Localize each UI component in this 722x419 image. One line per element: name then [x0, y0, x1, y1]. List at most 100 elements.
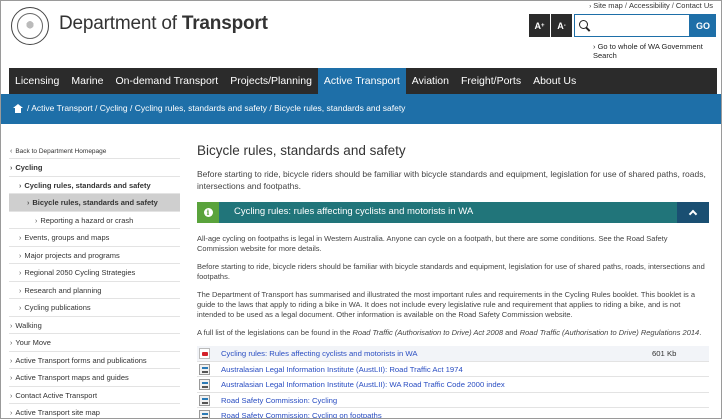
- decrease-font-button[interactable]: A-: [551, 14, 572, 37]
- sidebar-item[interactable]: › Active Transport site map: [9, 404, 180, 418]
- sidebar-item-label: Your Move: [15, 338, 51, 347]
- nav-aviation[interactable]: Aviation: [406, 68, 455, 94]
- document-row: Cycling rules: Rules affecting cyclists …: [197, 346, 709, 362]
- chevron-right-icon: ›: [19, 305, 22, 312]
- sidebar-item-label: Walking: [15, 320, 42, 330]
- sidebar-item[interactable]: › Active Transport maps and guides: [9, 369, 180, 387]
- increase-font-button[interactable]: A +: [529, 14, 550, 37]
- chevron-right-icon: ›: [10, 322, 13, 330]
- document-link[interactable]: Cycling rules: Rules affecting cyclists …: [221, 349, 418, 358]
- sidebar-item-label: Active Transport forms and publications: [15, 355, 147, 365]
- sidebar-item[interactable]: › Bicycle rules, standards and safety: [9, 194, 180, 212]
- document-link[interactable]: Australasian Legal Information Institute…: [221, 380, 505, 389]
- intro-text: Before starting to ride, bicycle riders …: [197, 169, 706, 191]
- sidebar-item-label: Research and planning: [24, 285, 102, 295]
- font-size-controls: A + A-: [529, 14, 572, 37]
- document-link[interactable]: Australasian Legal Information Institute…: [221, 365, 463, 374]
- search-input[interactable]: [591, 17, 687, 34]
- breadcrumb-bar: / Active Transport / Cycling / Cycling r…: [1, 94, 721, 124]
- collapse-chevron-up-icon[interactable]: [677, 202, 709, 223]
- document-row: Australasian Legal Information Institute…: [197, 362, 709, 377]
- page-frame: › Site map / Accessibility / Contact Us Depar…: [0, 0, 722, 419]
- html-file-icon: [199, 363, 210, 375]
- chevron-right-icon: ›: [19, 182, 22, 190]
- chevron-left-icon: ‹: [10, 148, 13, 155]
- chevron-right-icon: ›: [19, 235, 22, 242]
- breadcrumb-trail[interactable]: / Active Transport / Cycling / Cycling r…: [27, 103, 405, 113]
- sidebar-item[interactable]: › Active Transport forms and publications: [9, 352, 180, 369]
- contact-us-link[interactable]: Contact Us: [676, 1, 713, 11]
- document-link[interactable]: Road Safety Commission: Cycling on footp…: [221, 411, 382, 418]
- sidebar-item-label: Major projects and programs: [24, 250, 120, 260]
- site-title[interactable]: Department of Transport: [59, 13, 268, 35]
- search-go-button[interactable]: GO: [690, 14, 716, 37]
- sidebar-item-label: Events, groups and maps: [24, 233, 110, 242]
- site-map-link[interactable]: Site map: [593, 1, 623, 11]
- sidebar-item[interactable]: › Your Move: [9, 334, 180, 352]
- page-title: Bicycle rules, standards and safety: [197, 143, 406, 158]
- sidebar-item-label: Regional 2050 Cycling Strategies: [24, 268, 136, 277]
- nav-freight-ports[interactable]: Freight/Ports: [455, 68, 527, 94]
- document-row: Road Safety Commission: Cycling on footp…: [197, 408, 709, 418]
- sidebar-item-label: Reporting a hazard or crash: [40, 215, 134, 225]
- sidebar-item[interactable]: › Cycling rules, standards and safety: [9, 177, 180, 194]
- chevron-right-icon: ›: [10, 340, 13, 347]
- sidebar-item[interactable]: › Reporting a hazard or crash: [9, 212, 180, 229]
- chevron-right-icon: ›: [10, 392, 13, 400]
- document-row: Road Safety Commission: Cycling: [197, 393, 709, 408]
- sidebar-item[interactable]: › Cycling: [9, 159, 180, 177]
- pdf-file-icon: [199, 348, 210, 359]
- sidebar-item-label: Active Transport site map: [15, 408, 100, 417]
- sidebar-item[interactable]: › Events, groups and maps: [9, 229, 180, 247]
- nav-projects-planning[interactable]: Projects/Planning: [224, 68, 318, 94]
- sidebar-item[interactable]: › Contact Active Transport: [9, 387, 180, 404]
- sidebar-list: › Cycling › Cycling rules, standards and sa…: [9, 159, 180, 418]
- chevron-right-icon: ›: [19, 287, 22, 295]
- sidebar-item-label: Bicycle rules, standards and safety: [32, 198, 158, 207]
- html-file-icon: [199, 410, 210, 418]
- sidebar-item[interactable]: › Research and planning: [9, 282, 180, 299]
- sidebar-item[interactable]: › Walking: [9, 317, 180, 334]
- accessibility-link[interactable]: Accessibility: [629, 1, 670, 11]
- nav-licensing[interactable]: Licensing: [9, 68, 65, 94]
- home-icon[interactable]: [13, 103, 23, 113]
- document-row: Australasian Legal Information Institute…: [197, 377, 709, 393]
- sidebar-nav: ‹ Back to Department Homepage › Cycling › Cy…: [9, 143, 180, 418]
- footpath-paragraph: All-age cycling on footpaths is legal in…: [197, 234, 668, 253]
- sidebar-item-label: Active Transport maps and guides: [15, 373, 129, 382]
- sidebar-item[interactable]: › Cycling publications: [9, 299, 180, 317]
- document-link[interactable]: Road Safety Commission: Cycling: [221, 396, 337, 405]
- breadcrumb: / Active Transport / Cycling / Cycling r…: [13, 103, 405, 113]
- nav-about-us[interactable]: About Us: [527, 68, 582, 94]
- cycling-rules-accordion-header[interactable]: i Cycling rules: rules affecting cyclist…: [197, 202, 709, 223]
- chevron-right-icon: ›: [35, 217, 38, 225]
- html-file-icon: [199, 394, 210, 406]
- sidebar-item-label: Contact Active Transport: [15, 390, 98, 400]
- nav-active-transport[interactable]: Active Transport: [317, 68, 406, 94]
- file-size: 601 Kb: [652, 349, 677, 358]
- accordion-title: Cycling rules: rules affecting cyclists …: [234, 206, 474, 217]
- crest-emblem-icon: [17, 13, 43, 39]
- sidebar-item[interactable]: › Major projects and programs: [9, 247, 180, 264]
- nav-marine[interactable]: Marine: [65, 68, 109, 94]
- sidebar-item[interactable]: › Regional 2050 Cycling Strategies: [9, 264, 180, 282]
- search-icon: [579, 20, 588, 29]
- legislation-paragraph: A full list of the legislations can be f…: [197, 328, 702, 337]
- back-to-homepage-link[interactable]: ‹ Back to Department Homepage: [9, 143, 180, 159]
- info-icon: i: [197, 202, 219, 223]
- chevron-right-icon: ›: [589, 4, 592, 10]
- search-box: [574, 14, 690, 37]
- sidebar-item-label: Cycling rules, standards and safety: [24, 180, 151, 190]
- sidebar-item-label: Cycling: [15, 163, 43, 172]
- chevron-right-icon: ›: [593, 42, 596, 51]
- wa-gov-search-link[interactable]: › Go to whole of WA Government Search: [593, 42, 721, 60]
- wa-government-crest-logo[interactable]: [11, 7, 49, 45]
- main-nav: Licensing Marine On-demand Transport Pro…: [9, 68, 717, 94]
- sidebar-item-label: Cycling publications: [24, 303, 91, 312]
- nav-on-demand-transport[interactable]: On-demand Transport: [109, 68, 224, 94]
- chevron-right-icon: ›: [10, 165, 13, 172]
- booklet-paragraph: The Department of Transport has summaris…: [197, 290, 696, 319]
- chevron-right-icon: ›: [19, 252, 22, 260]
- chevron-right-icon: ›: [10, 375, 13, 382]
- main-content: Bicycle rules, standards and safety Befo…: [197, 143, 709, 418]
